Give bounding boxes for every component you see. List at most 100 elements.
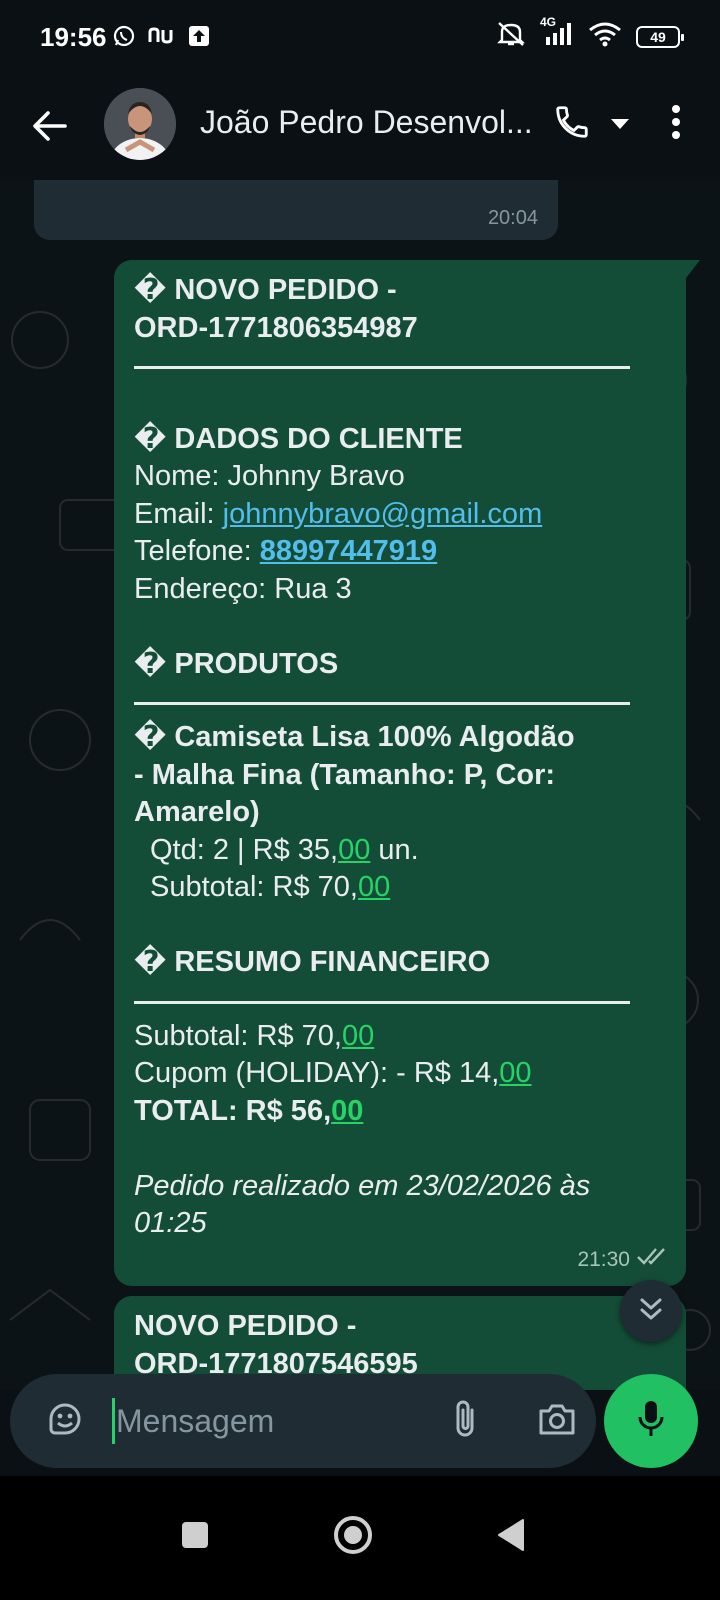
qty-text: Qtd: 2 | R$ 35, [150,833,339,866]
order-footer-line2: 01:25 [134,1207,207,1239]
product-name-line2: - Malha Fina (Tamanho: P, Cor: [134,758,556,791]
order-footer-line1: Pedido realizado em 23/02/2026 às [134,1169,591,1202]
chat-area[interactable]: 20:04 � NOVO PEDIDO - ORD-1771806354987 … [0,180,720,1390]
wifi-icon [588,21,622,52]
message-time: 20:04 [487,207,538,229]
coupon-cents-link[interactable]: 00 [499,1057,531,1089]
unknown-glyph-icon: � [134,946,167,978]
battery-icon: 49 [636,25,684,48]
address-label: Endereço: [134,572,267,605]
item-subtotal-text: Subtotal: R$ 70, [150,871,358,903]
voice-message-button[interactable] [604,1374,698,1468]
coupon-text: Cupom (HOLIDAY): - R$ 14, [134,1057,500,1089]
unknown-glyph-icon: � [134,274,167,306]
system-icons: 4G 49 [496,15,684,53]
product-name: Camiseta Lisa 100% Algodão [174,721,575,753]
paperclip-icon [450,1398,480,1445]
client-phone-line: Telefone: 88997447919 [134,533,666,571]
mic-icon [636,1399,666,1444]
phone-label: Telefone: [134,535,252,567]
name-value: Johnny Bravo [227,460,405,492]
unknown-glyph-icon: � [134,721,167,753]
camera-button[interactable] [532,1396,582,1446]
product-name-line3: Amarelo) [134,796,260,828]
circle-icon [333,1515,373,1560]
subtotal-text: Subtotal: R$ 70, [134,1019,342,1052]
more-options-button[interactable] [652,100,700,148]
message-input-container[interactable] [10,1374,596,1468]
call-options-dropdown[interactable] [606,112,634,140]
phone-icon [553,103,591,146]
contact-name[interactable]: João Pedro Desenvol... [200,104,540,141]
summary-coupon-line: Cupom (HOLIDAY): - R$ 14,00 [134,1055,666,1093]
double-chevron-down-icon [637,1295,665,1328]
client-address-line: Endereço: Rua 3 [134,571,666,609]
status-bar: 19:56 4G 49 [0,0,720,78]
upload-notification-icon [188,25,210,52]
products-heading-line: � PRODUTOS [134,646,666,684]
qty-cents-link[interactable]: 00 [338,834,370,866]
total-cents-link[interactable]: 00 [331,1095,363,1127]
email-label: Email: [134,497,215,530]
mute-icon [496,20,526,53]
incoming-message[interactable]: 20:04 [34,180,558,240]
email-link[interactable]: johnnybravo@gmail.com [223,498,543,530]
message-input[interactable] [116,1398,426,1444]
caret-down-icon [610,117,630,135]
subtotal-cents-link[interactable]: 00 [342,1020,374,1052]
phone-link[interactable]: 88997447919 [260,535,437,567]
attach-button[interactable] [440,1396,490,1446]
total-text: TOTAL: R$ 56, [134,1094,332,1127]
message-composer [0,1372,720,1476]
name-label: Nome: [134,460,220,492]
unknown-glyph-icon: � [134,647,167,680]
signal-icon: 4G [540,15,574,52]
message-meta: 21:30 [577,1241,670,1279]
message-time: 21:30 [577,1247,630,1271]
home-button[interactable] [318,1502,388,1572]
client-email-line: Email: johnnybravo@gmail.com [134,496,666,534]
product-qty-line: Qtd: 2 | R$ 35,00 un. [134,832,666,870]
back-button[interactable] [22,100,78,156]
sticker-icon [45,1399,85,1444]
order-title: NOVO PEDIDO - [174,274,397,306]
back-nav-button[interactable] [476,1502,546,1572]
double-check-icon [636,1241,670,1279]
product-name-line1: � Camiseta Lisa 100% Algodão [134,719,666,757]
qty-unit: un. [370,833,419,866]
product-subtotal-line: Subtotal: R$ 70,00 [134,869,666,907]
unknown-glyph-icon: � [134,422,167,455]
client-heading: DADOS DO CLIENTE [174,422,463,455]
triangle-left-icon [496,1518,526,1557]
address-value: Rua 3 [274,572,352,605]
summary-heading-line: � RESUMO FINANCEIRO [134,944,666,982]
outgoing-message-order[interactable]: � NOVO PEDIDO - ORD-1771806354987 � DADO… [114,260,700,1286]
system-nav-bar [0,1476,720,1600]
nubank-notification-icon [148,26,176,51]
sticker-button[interactable] [40,1396,90,1446]
order-id: ORD-1771806354987 [134,311,418,344]
order-title: NOVO PEDIDO - [134,1310,357,1342]
divider [134,1000,630,1004]
network-type: 4G [540,15,557,29]
divider [134,366,630,369]
avatar[interactable] [104,88,176,160]
order-title-line: � NOVO PEDIDO - [134,272,666,310]
summary-subtotal-line: Subtotal: R$ 70,00 [134,1018,666,1056]
summary-total-line: TOTAL: R$ 56,00 [134,1093,666,1131]
divider [134,702,630,705]
scroll-to-bottom-button[interactable] [620,1280,682,1342]
whatsapp-notification-icon [112,24,136,53]
arrow-left-icon [32,110,68,147]
more-vertical-icon [671,104,681,145]
recents-button[interactable] [160,1502,230,1572]
square-icon [180,1520,210,1555]
client-heading-line: � DADOS DO CLIENTE [134,421,666,459]
products-heading: PRODUTOS [174,647,339,680]
item-subtotal-cents-link[interactable]: 00 [358,871,390,903]
voice-call-button[interactable] [548,100,596,148]
notification-icons [112,24,210,53]
